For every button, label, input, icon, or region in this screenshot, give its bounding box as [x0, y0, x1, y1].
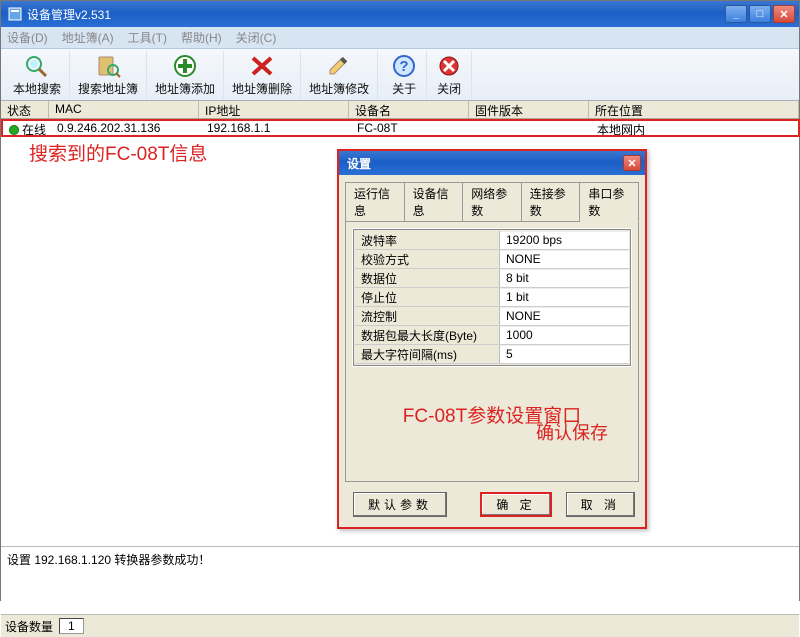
maximize-button[interactable]: □: [749, 5, 771, 23]
tool-addrbook-edit[interactable]: 地址簿修改: [301, 51, 378, 99]
pencil-icon: [325, 53, 353, 78]
tool-local-search[interactable]: 本地搜索: [5, 51, 70, 99]
col-loc[interactable]: 所在位置: [589, 101, 799, 118]
param-flow[interactable]: 流控制 NONE: [355, 307, 629, 326]
tool-addrbook-delete[interactable]: 地址簿删除: [224, 51, 301, 99]
dialog-titlebar: 设置 ✕: [339, 151, 645, 175]
statusbar: 设备数量 1: [1, 615, 799, 637]
tool-about[interactable]: ? 关于: [382, 51, 427, 99]
param-stopbits[interactable]: 停止位 1 bit: [355, 288, 629, 307]
settings-dialog: 设置 ✕ 运行信息 设备信息 网络参数 连接参数 串口参数 波特率 19200 …: [337, 149, 647, 529]
param-label: 数据包最大长度(Byte): [355, 326, 500, 344]
app-icon: [7, 6, 23, 22]
tab-row: 运行信息 设备信息 网络参数 连接参数 串口参数: [339, 175, 645, 221]
cell-loc: 本地网内: [591, 121, 798, 135]
window-titlebar: 设备管理v2.531 _ □ ✕: [1, 1, 799, 27]
cancel-button[interactable]: 取 消: [566, 492, 635, 517]
cell-name: FC-08T: [351, 121, 471, 135]
menubar: 设备(D) 地址簿(A) 工具(T) 帮助(H) 关闭(C): [1, 27, 799, 49]
col-name[interactable]: 设备名: [349, 101, 469, 118]
param-value[interactable]: NONE: [500, 307, 629, 325]
plus-icon: [171, 53, 199, 78]
status-count: 1: [59, 618, 84, 634]
cell-fw: [471, 121, 591, 135]
col-ip[interactable]: IP地址: [199, 101, 349, 118]
tool-label: 本地搜索: [13, 80, 61, 97]
close-button[interactable]: ✕: [773, 5, 795, 23]
window-title: 设备管理v2.531: [27, 6, 725, 23]
device-row[interactable]: 在线 0.9.246.202.31.136 192.168.1.1 FC-08T…: [1, 119, 800, 137]
toolbar: 本地搜索 搜索地址簿 地址簿添加 地址簿删除 地址簿修改 ? 关于 关闭: [1, 49, 799, 101]
close-icon: [435, 53, 463, 78]
menu-device[interactable]: 设备(D): [7, 29, 48, 46]
menu-help[interactable]: 帮助(H): [181, 29, 222, 46]
param-value[interactable]: NONE: [500, 250, 629, 268]
param-value[interactable]: 1000: [500, 326, 629, 344]
menu-addrbook[interactable]: 地址簿(A): [62, 29, 114, 46]
param-maxgap[interactable]: 最大字符间隔(ms) 5: [355, 345, 629, 364]
cell-ip: 192.168.1.1: [201, 121, 351, 135]
tool-label: 地址簿添加: [155, 80, 215, 97]
param-value[interactable]: 8 bit: [500, 269, 629, 287]
annotation-confirm: 确认保存: [536, 419, 608, 445]
param-databits[interactable]: 数据位 8 bit: [355, 269, 629, 288]
tab-serial[interactable]: 串口参数: [580, 182, 639, 222]
dialog-close-button[interactable]: ✕: [623, 155, 641, 171]
tool-label: 关于: [392, 80, 416, 97]
tab-device[interactable]: 设备信息: [405, 182, 464, 222]
annotation-found: 搜索到的FC-08T信息: [29, 139, 207, 166]
help-icon: ?: [390, 53, 418, 78]
minimize-button[interactable]: _: [725, 5, 747, 23]
tool-label: 搜索地址簿: [78, 80, 138, 97]
tool-label: 地址簿删除: [232, 80, 292, 97]
defaults-button[interactable]: 默认参数: [353, 492, 447, 517]
cell-mac: 0.9.246.202.31.136: [51, 121, 201, 135]
dialog-title: 设置: [347, 155, 623, 172]
x-icon: [248, 53, 276, 78]
cell-status: 在线: [3, 121, 51, 135]
param-parity[interactable]: 校验方式 NONE: [355, 250, 629, 269]
param-label: 校验方式: [355, 250, 500, 268]
tool-addrbook-add[interactable]: 地址簿添加: [147, 51, 224, 99]
tool-label: 地址簿修改: [309, 80, 369, 97]
param-baud[interactable]: 波特率 19200 bps: [355, 231, 629, 250]
list-header: 状态 MAC IP地址 设备名 固件版本 所在位置: [1, 101, 799, 119]
menu-exit[interactable]: 关闭(C): [236, 29, 277, 46]
param-label: 停止位: [355, 288, 500, 306]
tool-label: 关闭: [437, 80, 461, 97]
svg-text:?: ?: [399, 58, 408, 75]
col-fw[interactable]: 固件版本: [469, 101, 589, 118]
search-icon: [23, 53, 51, 78]
col-mac[interactable]: MAC: [49, 101, 199, 118]
param-value[interactable]: 5: [500, 345, 629, 363]
tab-connect[interactable]: 连接参数: [522, 182, 581, 222]
tool-addrbook-search[interactable]: 搜索地址簿: [70, 51, 147, 99]
tab-network[interactable]: 网络参数: [463, 182, 522, 222]
param-label: 最大字符间隔(ms): [355, 345, 500, 363]
ok-button[interactable]: 确 定: [480, 492, 551, 517]
param-label: 波特率: [355, 231, 500, 249]
param-label: 流控制: [355, 307, 500, 325]
log-panel: 设置 192.168.1.120 转换器参数成功！: [1, 547, 799, 615]
log-line: 设置 192.168.1.120 转换器参数成功！: [7, 553, 210, 567]
param-value[interactable]: 19200 bps: [500, 231, 629, 249]
col-status[interactable]: 状态: [1, 101, 49, 118]
status-dot-icon: [9, 125, 19, 135]
param-value[interactable]: 1 bit: [500, 288, 629, 306]
param-label: 数据位: [355, 269, 500, 287]
book-search-icon: [94, 53, 122, 78]
status-label: 设备数量: [5, 618, 53, 635]
tab-pane-serial: 波特率 19200 bps 校验方式 NONE 数据位 8 bit 停止位 1 …: [345, 221, 639, 482]
param-maxpkt[interactable]: 数据包最大长度(Byte) 1000: [355, 326, 629, 345]
menu-tools[interactable]: 工具(T): [128, 29, 167, 46]
tab-runtime[interactable]: 运行信息: [345, 182, 405, 222]
tool-close[interactable]: 关闭: [427, 51, 472, 99]
